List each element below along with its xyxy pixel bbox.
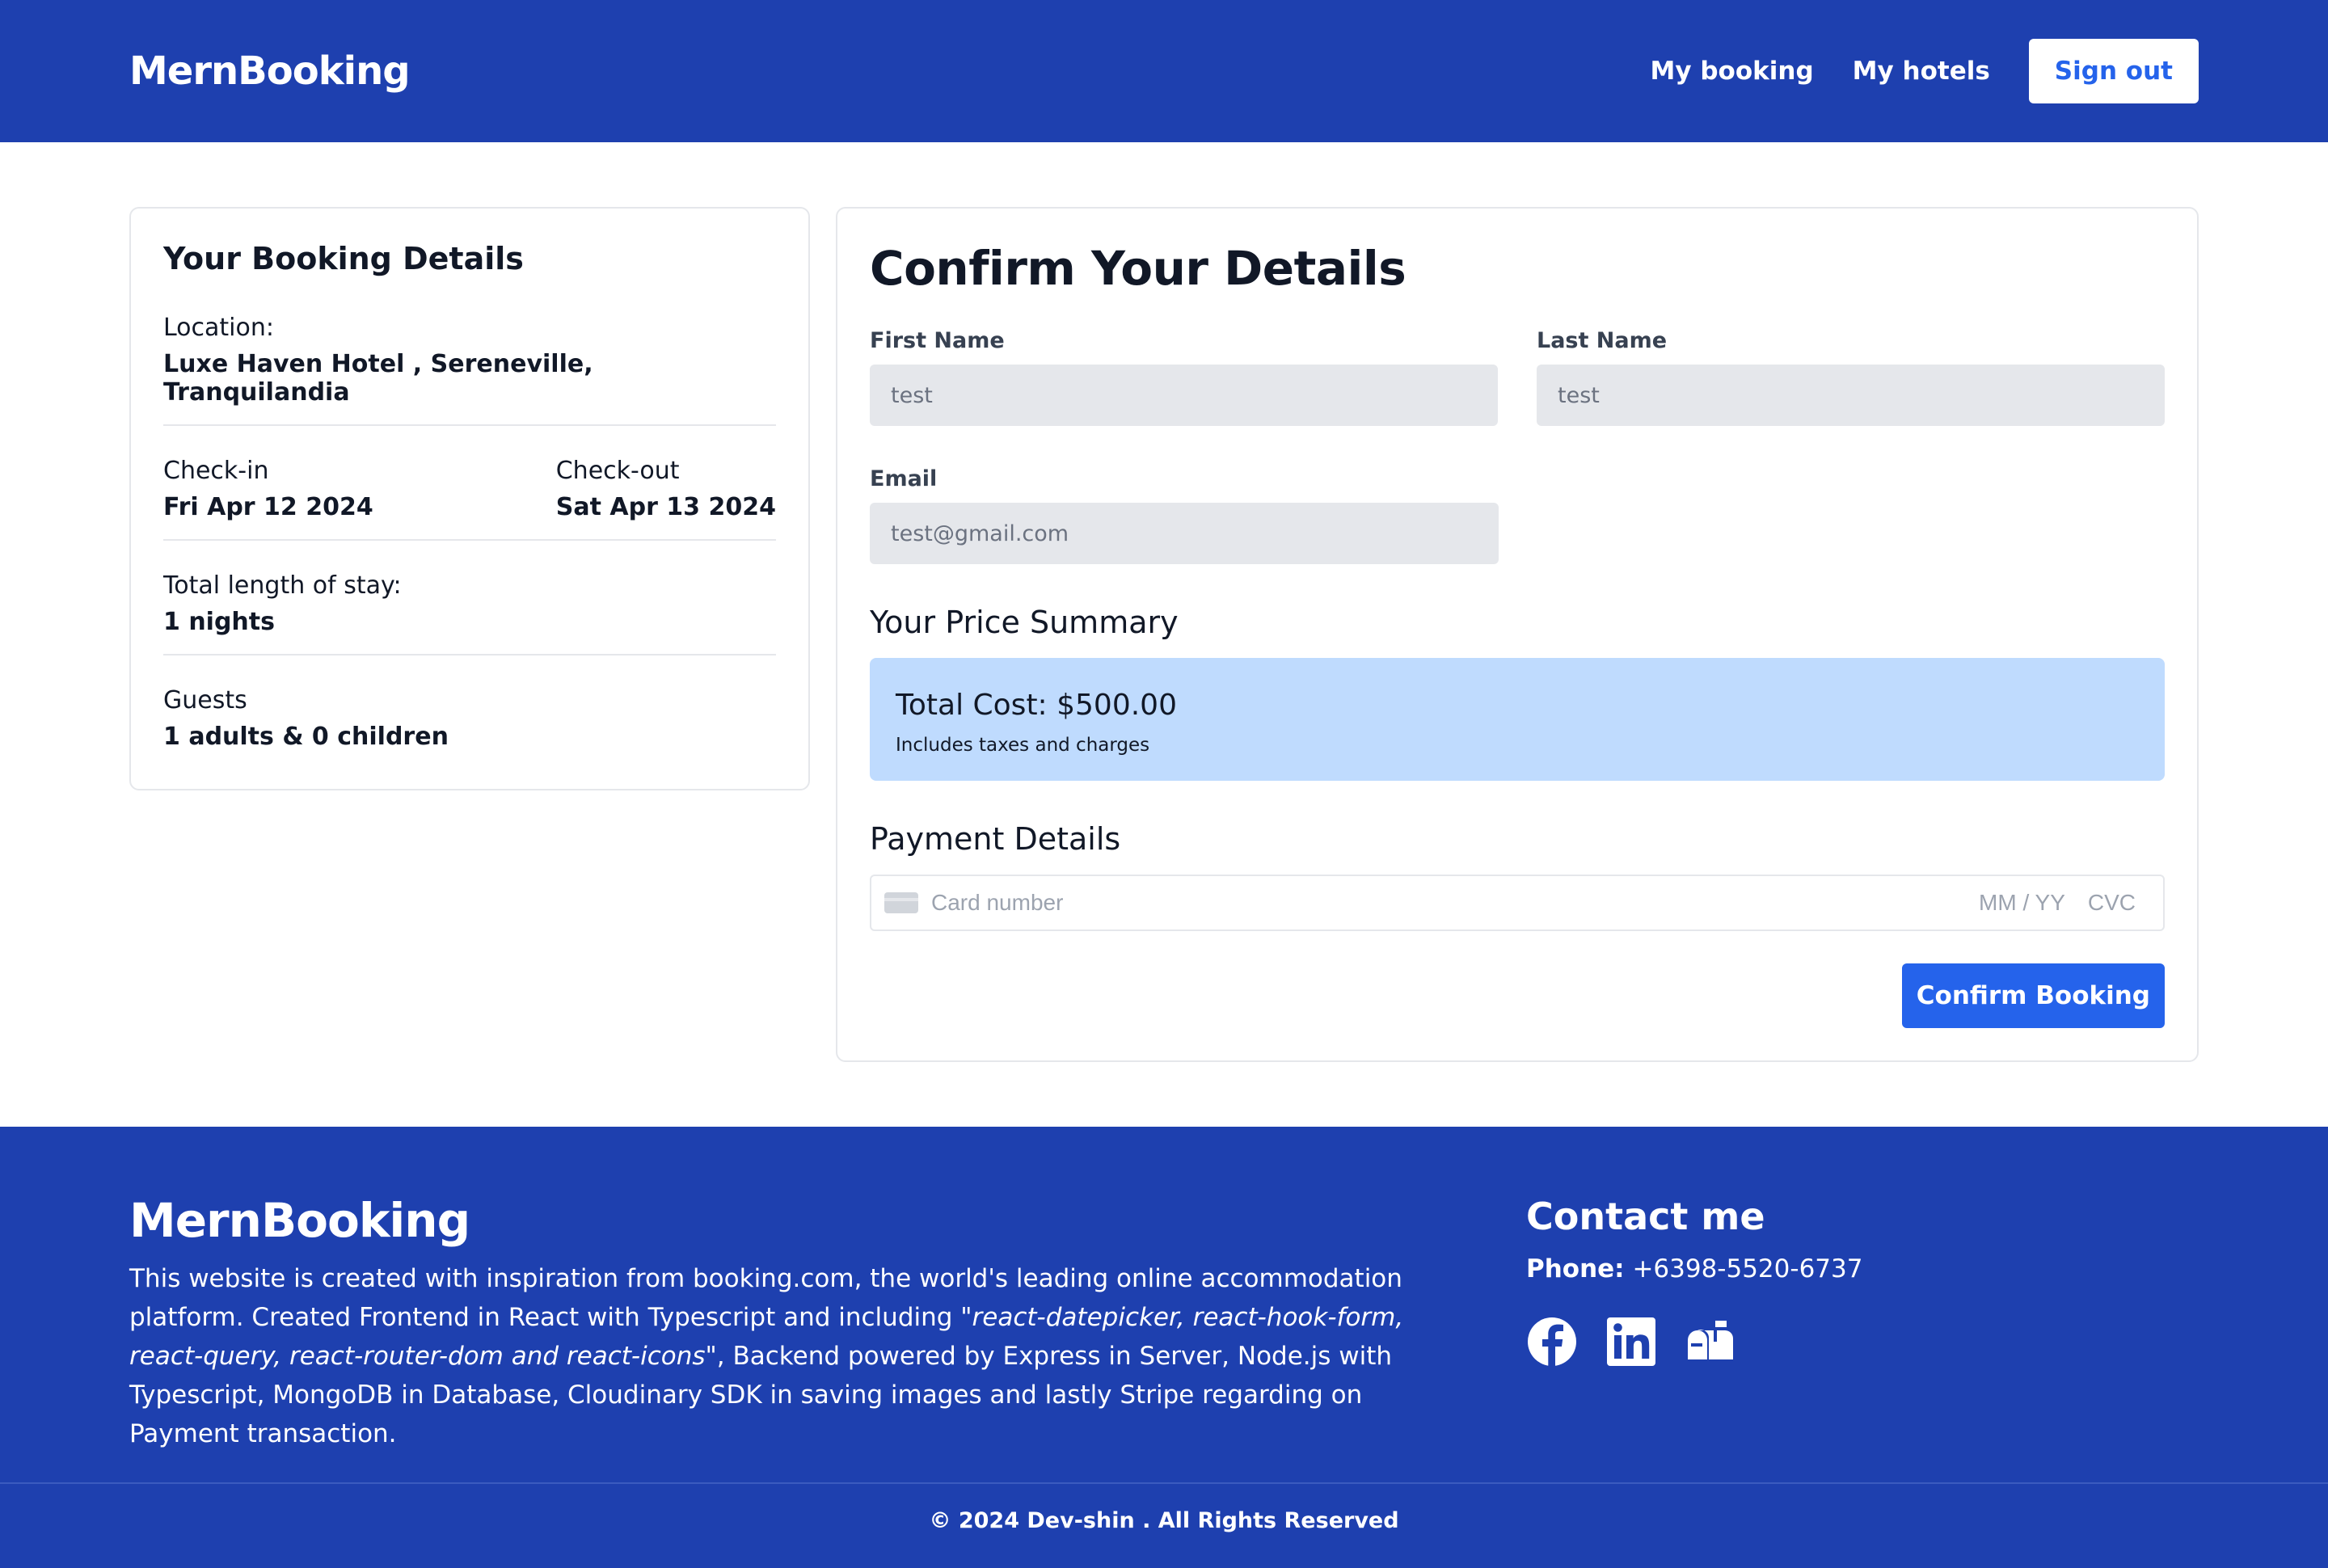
location-value: Luxe Haven Hotel , Sereneville, Tranquil… [163,350,593,407]
facebook-icon[interactable] [1526,1316,1578,1368]
linkedin-icon[interactable] [1605,1316,1657,1368]
price-summary-title: Your Price Summary [870,605,1179,640]
sign-out-button[interactable]: Sign out [2028,39,2199,103]
footer-contact: Contact me Phone: +6398-5520-6737 [1526,1195,2173,1368]
total-cost: Total Cost: $500.00 [896,689,1177,722]
stay-value: 1 nights [163,608,275,636]
social-links [1526,1316,2173,1368]
location-section: Location: Luxe Haven Hotel , Sereneville… [163,314,776,426]
mailbox-icon[interactable] [1685,1316,1736,1368]
confirm-booking-button[interactable]: Confirm Booking [1901,963,2165,1028]
nav-links: My booking My hotels Sign out [1651,39,2199,103]
price-note: Includes taxes and charges [896,735,1150,756]
stay-label: Total length of stay: [163,571,402,600]
location-label: Location: [163,314,274,342]
nav-my-booking[interactable]: My booking [1651,57,1814,86]
guests-section: Guests 1 adults & 0 children [163,686,776,751]
payment-details-title: Payment Details [870,821,1121,857]
guests-label: Guests [163,686,247,714]
last-name-label: Last Name [1537,328,1668,353]
confirm-details-form: Confirm Your Details First Name test Las… [836,207,2199,1062]
name-fields-row: First Name test Last Name test [870,328,2165,426]
footer-description: This website is created with inspiration… [129,1259,1406,1453]
email-field: Email test@gmail.com [870,466,1499,564]
checkin-block: Check-in Fri Apr 12 2024 [163,457,373,521]
nav-my-hotels[interactable]: My hotels [1853,57,1990,86]
phone-label: Phone: [1526,1254,1625,1283]
card-input[interactable]: Card number MM / YY CVC [870,875,2165,931]
phone-value: +6398-5520-6737 [1632,1254,1863,1283]
card-expiry-placeholder[interactable]: MM / YY [1979,890,2065,916]
stay-section: Total length of stay: 1 nights [163,571,776,655]
brand-logo[interactable]: MernBooking [129,48,411,94]
card-cvc-placeholder[interactable]: CVC [2088,890,2136,916]
checkin-label: Check-in [163,457,269,485]
price-summary-box: Total Cost: $500.00 Includes taxes and c… [870,658,2165,781]
last-name-field: Last Name test [1537,328,2165,426]
checkin-value: Fri Apr 12 2024 [163,493,373,521]
form-title: Confirm Your Details [870,241,1406,296]
footer: MernBooking This website is created with… [0,1127,2328,1568]
credit-card-icon [884,892,918,913]
first-name-input[interactable]: test [870,365,1498,426]
contact-title: Contact me [1526,1195,1765,1238]
dates-section: Check-in Fri Apr 12 2024 Check-out Sat A… [163,457,776,541]
booking-details-card: Your Booking Details Location: Luxe Have… [129,207,810,790]
contact-phone: Phone: +6398-5520-6737 [1526,1254,2173,1283]
copyright: © 2024 Dev-shin . All Rights Reserved [929,1508,1399,1533]
checkout-block: Check-out Sat Apr 13 2024 [556,457,776,521]
booking-details-title: Your Booking Details [163,241,524,276]
card-number-placeholder[interactable]: Card number [931,890,1979,916]
checkout-label: Check-out [555,457,680,485]
last-name-input[interactable]: test [1537,365,2165,426]
top-navbar: MernBooking My booking My hotels Sign ou… [0,0,2328,142]
first-name-label: First Name [870,328,1005,353]
footer-about: MernBooking This website is created with… [129,1193,1406,1453]
confirm-button-row: Confirm Booking [870,963,2165,1028]
guests-value: 1 adults & 0 children [163,723,449,751]
email-label: Email [870,466,938,491]
footer-divider [0,1482,2328,1484]
first-name-field: First Name test [870,328,1498,426]
footer-brand: MernBooking [129,1193,470,1248]
email-input[interactable]: test@gmail.com [870,503,1499,564]
checkout-value: Sat Apr 13 2024 [555,493,776,521]
